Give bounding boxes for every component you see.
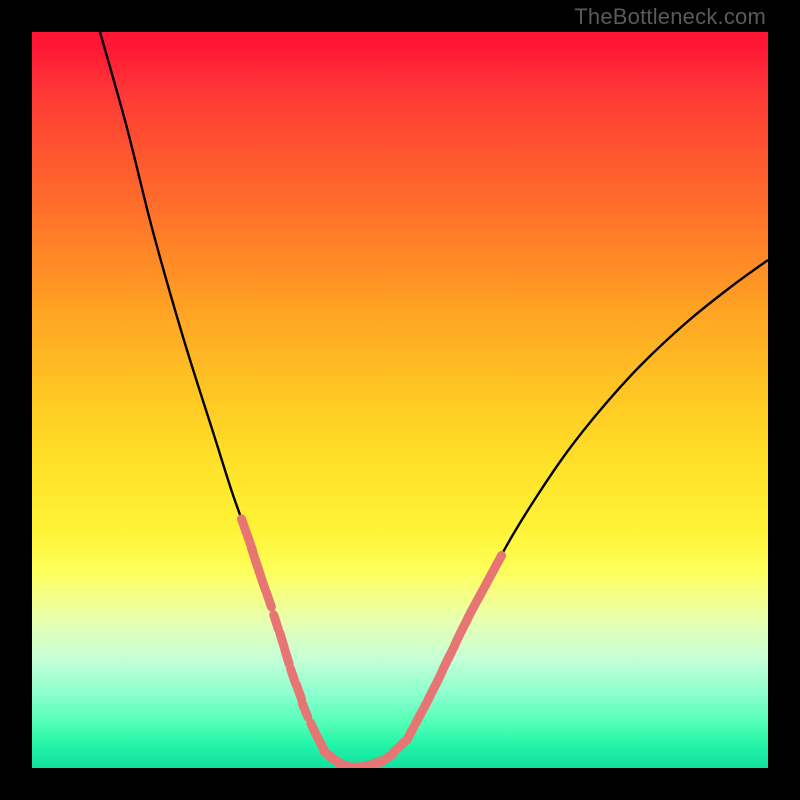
chart-svg (32, 32, 768, 768)
sample-marker (242, 519, 247, 533)
sample-marker (285, 650, 289, 664)
watermark: TheBottleneck.com (574, 4, 766, 30)
sample-marker (274, 615, 279, 629)
sample-marker (302, 703, 308, 717)
sample-marker (267, 593, 272, 607)
sample-marker (394, 742, 405, 752)
curve-path (100, 32, 768, 767)
sample-marker (494, 555, 501, 568)
sample-marker (261, 576, 266, 590)
bottleneck-curve (100, 32, 768, 767)
chart-frame (32, 32, 768, 768)
sample-markers (242, 519, 502, 768)
sample-marker (311, 723, 317, 737)
sample-marker (407, 727, 414, 740)
sample-marker (280, 633, 284, 647)
sample-marker (297, 685, 302, 699)
